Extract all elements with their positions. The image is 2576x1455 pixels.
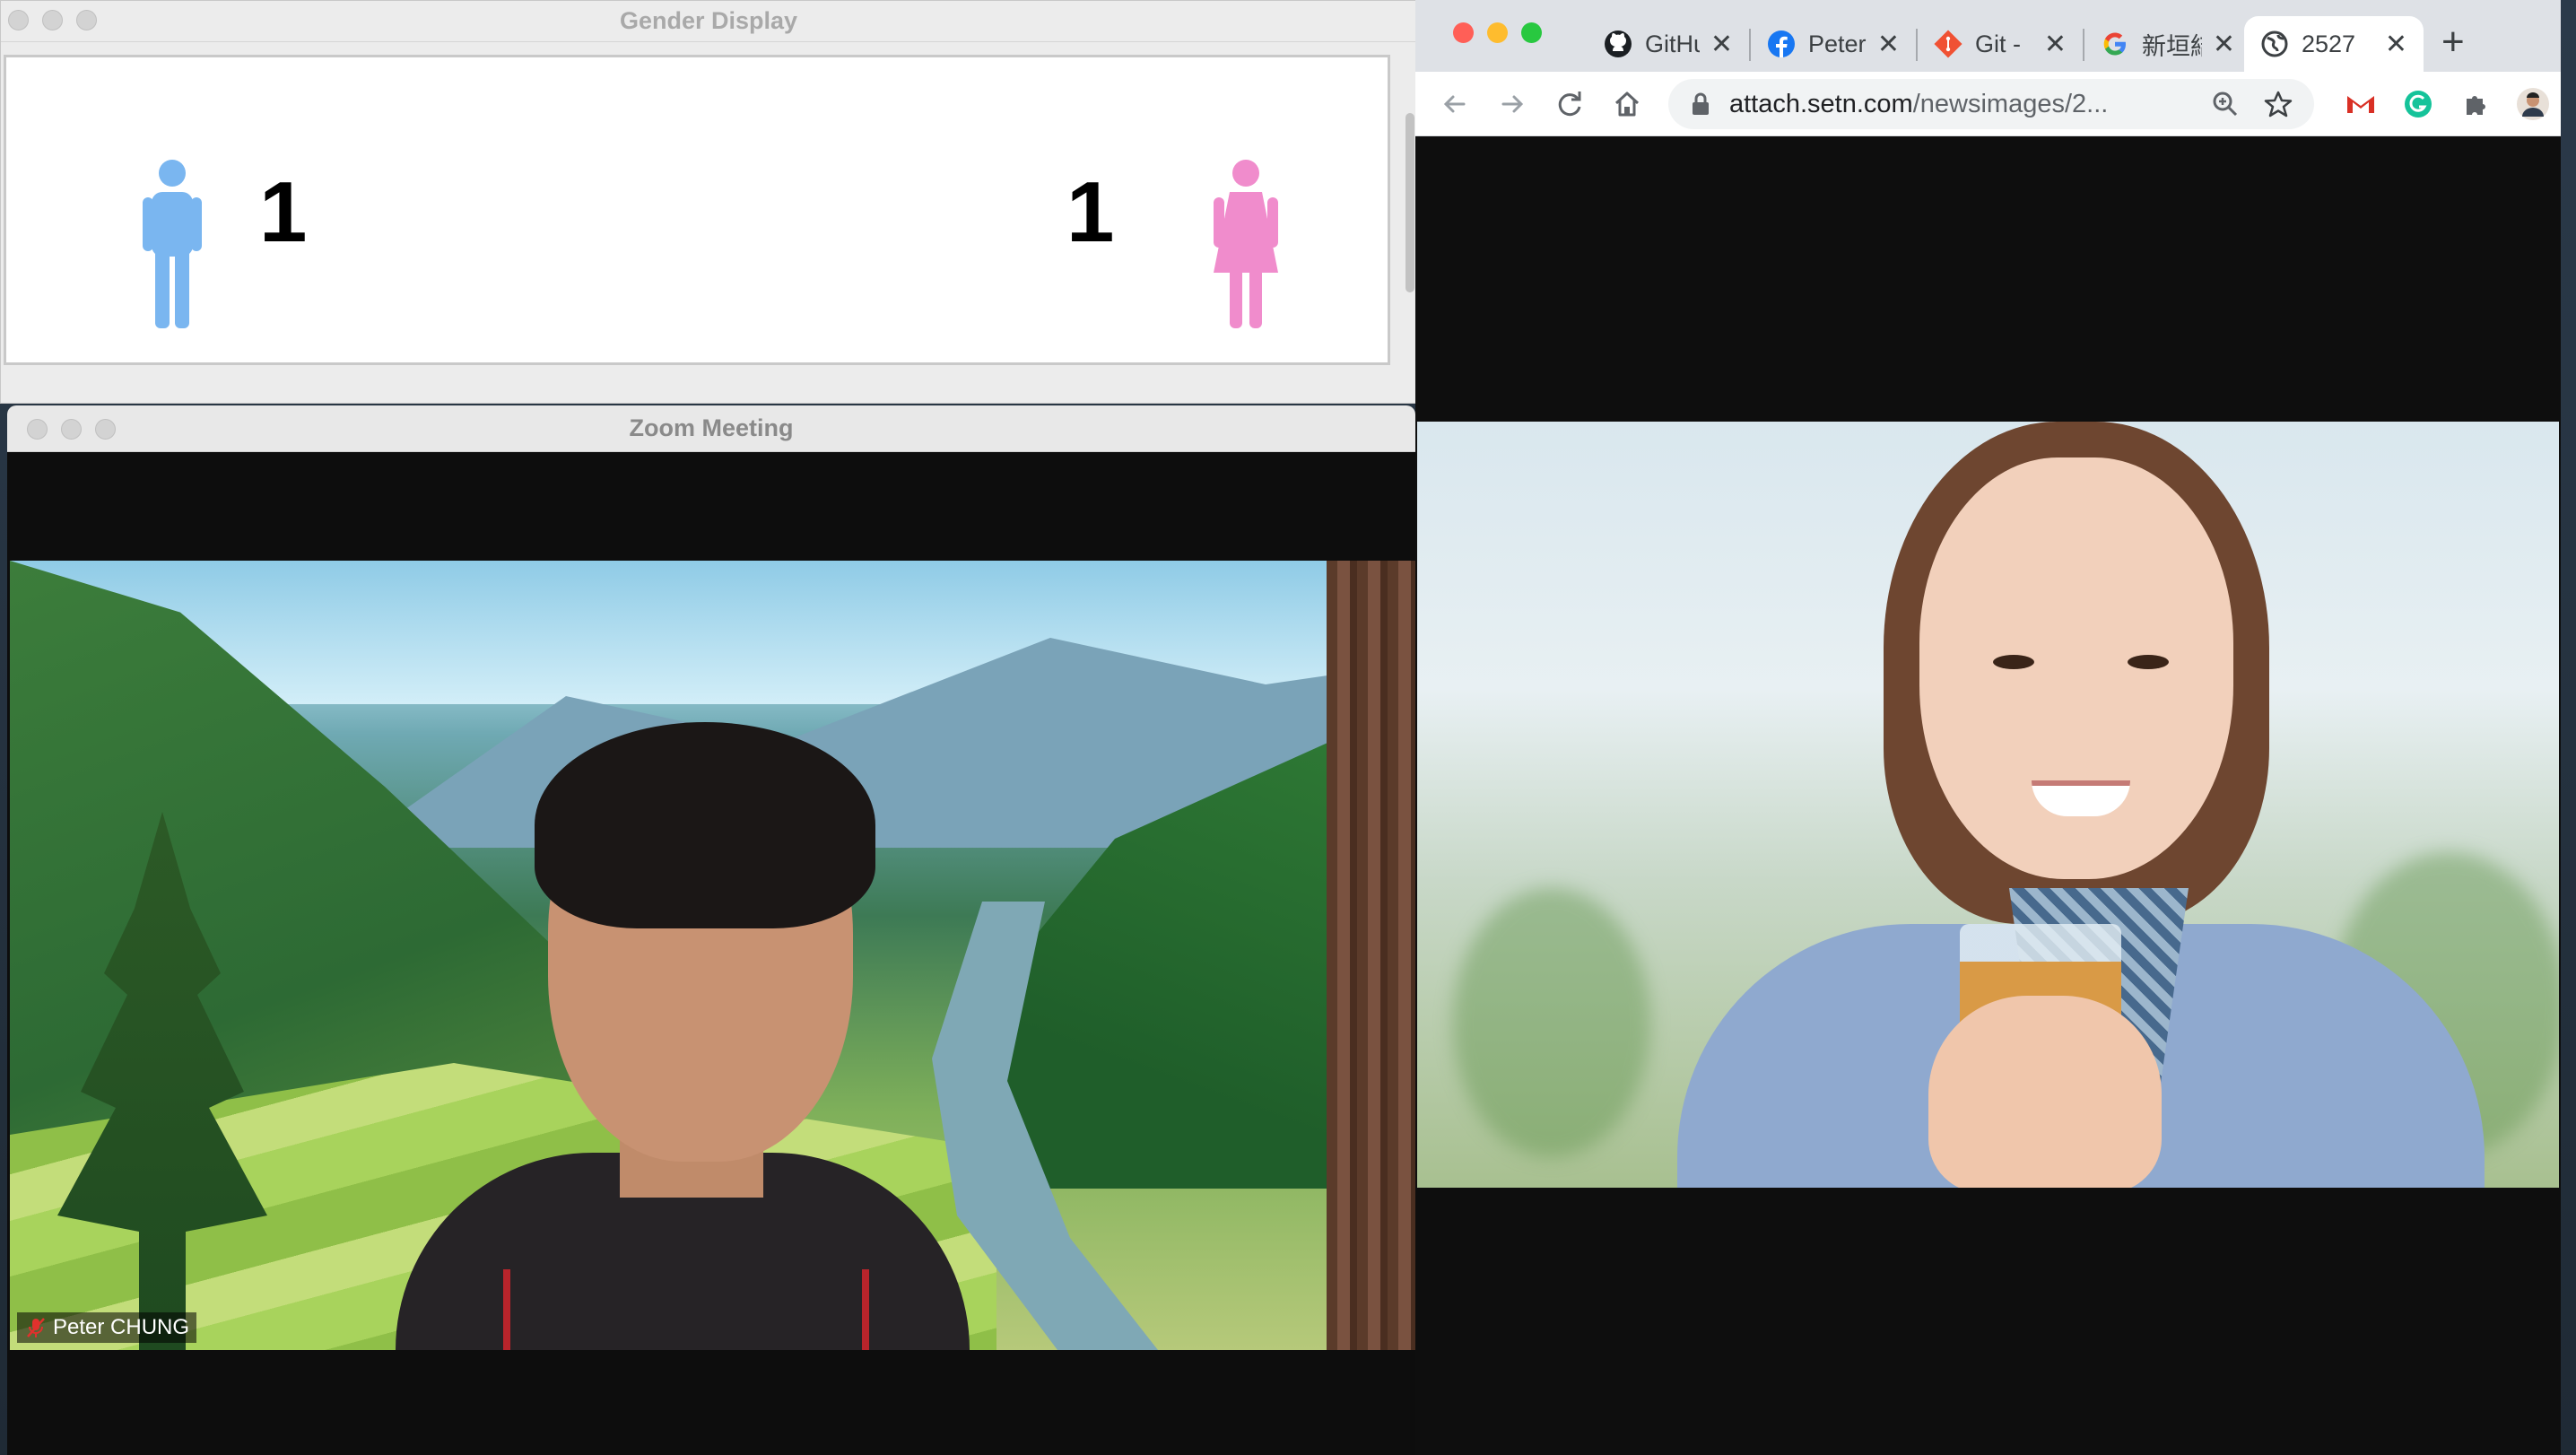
home-icon[interactable] (1609, 86, 1645, 122)
virtual-background-tree-trunk (1327, 561, 1415, 1350)
female-person-icon (1214, 160, 1278, 328)
mic-muted-icon (27, 1318, 45, 1337)
back-icon[interactable] (1437, 86, 1473, 122)
gender-window-titlebar[interactable]: Gender Display (1, 1, 1416, 42)
zoom-window-button[interactable] (1521, 22, 1542, 43)
github-icon (1605, 30, 1632, 57)
displayed-photo (1417, 422, 2559, 1188)
zoom-meeting-window: Zoom Meeting Peter CHUNG (7, 405, 1415, 1455)
close-tab-icon[interactable]: ✕ (2385, 29, 2407, 60)
tab-git[interactable]: Git - ✕ (1918, 16, 2083, 72)
zoom-magnifier-icon[interactable] (2211, 90, 2240, 118)
participant-video[interactable]: Peter CHUNG (10, 561, 1415, 1350)
window-controls (1453, 22, 1542, 43)
facebook-icon (1768, 30, 1795, 57)
gender-panel: 1 1 (4, 55, 1390, 365)
tab-strip: GitHu ✕ Peter ✕ Git - ✕ (1415, 0, 2561, 72)
tab-label: GitHu (1645, 30, 1700, 57)
url-path: /newsimages/2... (1912, 90, 2109, 118)
person-hair (535, 722, 875, 928)
tab-label: 2527 (2302, 30, 2356, 57)
participant-person (396, 722, 970, 1350)
close-tab-icon[interactable]: ✕ (2213, 29, 2235, 60)
woman-hands (1928, 996, 2162, 1188)
minimize-window-button[interactable] (1487, 22, 1508, 43)
reload-icon[interactable] (1552, 86, 1588, 122)
address-bar[interactable]: attach.setn.com/newsimages/2... (1668, 79, 2314, 129)
tab-active-image[interactable]: 2527 ✕ (2244, 16, 2424, 72)
window-title: Zoom Meeting (629, 414, 794, 441)
male-person-icon (143, 160, 202, 328)
tab-label: Git - (1975, 30, 2021, 57)
hoodie-cord (503, 1269, 510, 1350)
scrollbar[interactable] (1405, 113, 1414, 292)
hoodie-cord (862, 1269, 869, 1350)
zoom-window-titlebar[interactable]: Zoom Meeting (7, 405, 1415, 452)
extensions-puzzle-icon[interactable] (2458, 86, 2493, 122)
tab-google[interactable]: 新垣結 ✕ (2084, 16, 2251, 72)
participant-name: Peter CHUNG (53, 1315, 190, 1339)
google-icon (2103, 32, 2126, 56)
url-host: attach.setn.com (1729, 90, 1913, 118)
grammarly-icon[interactable] (2400, 86, 2436, 122)
close-window-button[interactable] (1453, 22, 1474, 43)
window-title: Gender Display (619, 7, 798, 34)
more-menu-icon[interactable] (2560, 86, 2561, 122)
tab-label: 新垣結 (2142, 32, 2202, 60)
browser-window: GitHu ✕ Peter ✕ Git - ✕ (1415, 0, 2561, 1455)
woman-eye (2128, 655, 2169, 669)
female-count: 1 (1066, 164, 1115, 260)
male-count: 1 (259, 164, 308, 260)
woman-eye (1993, 655, 2034, 669)
git-icon (1934, 30, 1962, 58)
new-tab-button[interactable]: + (2441, 20, 2465, 65)
lock-icon (1693, 92, 1709, 115)
close-tab-icon[interactable]: ✕ (1877, 29, 1900, 60)
bookmark-star-icon[interactable] (2264, 90, 2293, 118)
close-tab-icon[interactable]: ✕ (1710, 29, 1733, 60)
gmail-icon[interactable] (2343, 86, 2379, 122)
profile-avatar-icon[interactable] (2515, 86, 2551, 122)
forward-icon[interactable] (1494, 86, 1530, 122)
browser-toolbar: attach.setn.com/newsimages/2... (1415, 72, 2561, 136)
tab-facebook[interactable]: Peter ✕ (1751, 16, 1916, 72)
gender-display-window: Gender Display 1 1 (0, 0, 1417, 404)
url-text: attach.setn.com/newsimages/2... (1729, 90, 2108, 119)
close-tab-icon[interactable]: ✕ (2044, 29, 2067, 60)
participant-name-tag: Peter CHUNG (17, 1312, 197, 1343)
globe-icon (2261, 30, 2288, 57)
photo-woman (1543, 422, 2485, 1188)
tab-label: Peter (1808, 30, 1867, 57)
tab-github[interactable]: GitHu ✕ (1588, 16, 1749, 72)
